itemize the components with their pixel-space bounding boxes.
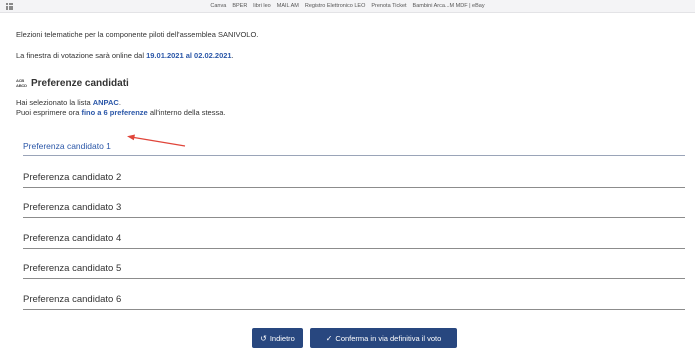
back-button[interactable]: ↺ Indietro bbox=[252, 328, 303, 348]
check-icon: ✓ bbox=[325, 333, 333, 343]
preference-field-4-label: Preferenza candidato 4 bbox=[23, 233, 122, 244]
preference-field-1[interactable]: Preferenza candidato 1 bbox=[23, 138, 685, 156]
bookmarks-bar: Canva BPER libri leo MAIL AM Registro El… bbox=[0, 0, 695, 13]
preferences-limit-suffix: all'interno della stessa. bbox=[147, 108, 226, 117]
preferences-limit-text: Puoi esprimere ora fino a 6 preferenze a… bbox=[16, 108, 225, 117]
preference-field-4[interactable]: Preferenza candidato 4 bbox=[23, 231, 685, 249]
preference-field-5[interactable]: Preferenza candidato 5 bbox=[23, 261, 685, 279]
confirm-vote-button[interactable]: ✓ Conferma in via definitiva il voto bbox=[310, 328, 457, 348]
apps-grid-icon[interactable] bbox=[6, 3, 13, 10]
bookmark-bambini-arca[interactable]: Bambini Arca...M MDF | eBay bbox=[413, 3, 485, 9]
bookmark-bper[interactable]: BPER bbox=[232, 3, 247, 9]
bookmark-registro[interactable]: Registro Elettronico LEO bbox=[305, 3, 366, 9]
preferences-limit-prefix: Puoi esprimere ora bbox=[16, 108, 82, 117]
undo-icon: ↺ bbox=[260, 333, 267, 343]
election-intro-text: Elezioni telematiche per la componente p… bbox=[16, 30, 259, 39]
sort-alpha-icon: ACB ABCD bbox=[16, 78, 27, 88]
selected-list-prefix: Hai selezionato la lista bbox=[16, 98, 93, 107]
selected-list-name: ANPAC bbox=[92, 98, 119, 107]
confirm-vote-button-label: Conferma in via definitiva il voto bbox=[335, 333, 442, 343]
section-title-text: Preferenze candidati bbox=[31, 78, 129, 89]
voting-window-prefix: La finestra di votazione sarà online dal bbox=[16, 51, 147, 60]
voting-window-suffix: . bbox=[231, 51, 234, 60]
bookmark-canva[interactable]: Canva bbox=[210, 3, 226, 9]
bookmark-libri-leo[interactable]: libri leo bbox=[253, 3, 270, 9]
bookmark-prenota-ticket[interactable]: Prenota Ticket bbox=[371, 3, 406, 9]
section-title: ACB ABCD Preferenze candidati bbox=[16, 78, 129, 89]
preference-field-5-label: Preferenza candidato 5 bbox=[23, 263, 122, 274]
selected-list-suffix: . bbox=[118, 98, 121, 107]
voting-window-text: La finestra di votazione sarà online dal… bbox=[16, 51, 234, 60]
preference-field-6[interactable]: Preferenza candidato 6 bbox=[23, 292, 685, 310]
preference-field-6-label: Preferenza candidato 6 bbox=[23, 294, 122, 305]
back-button-label: Indietro bbox=[269, 333, 295, 343]
selected-list-text: Hai selezionato la lista ANPAC. bbox=[16, 98, 121, 107]
preference-field-3[interactable]: Preferenza candidato 3 bbox=[23, 200, 685, 218]
preference-field-1-label: Preferenza candidato 1 bbox=[23, 141, 111, 151]
preference-field-2[interactable]: Preferenza candidato 2 bbox=[23, 170, 685, 188]
preference-field-2-label: Preferenza candidato 2 bbox=[23, 172, 122, 183]
bookmark-mail-am[interactable]: MAIL AM bbox=[277, 3, 299, 9]
voting-dates: 19.01.2021 al 02.02.2021 bbox=[146, 51, 232, 60]
preference-field-3-label: Preferenza candidato 3 bbox=[23, 202, 122, 213]
preferences-limit-highlight: fino a 6 preferenze bbox=[81, 108, 148, 117]
